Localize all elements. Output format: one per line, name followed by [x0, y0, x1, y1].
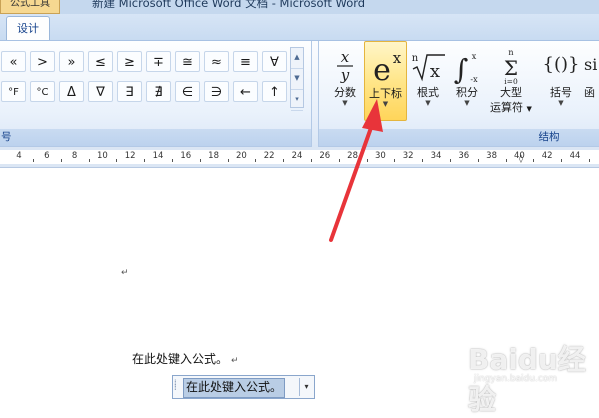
baidu-watermark: Baidu经验 jingyan.baidu.com	[468, 330, 596, 416]
watermark-url: jingyan.baidu.com	[474, 374, 558, 384]
